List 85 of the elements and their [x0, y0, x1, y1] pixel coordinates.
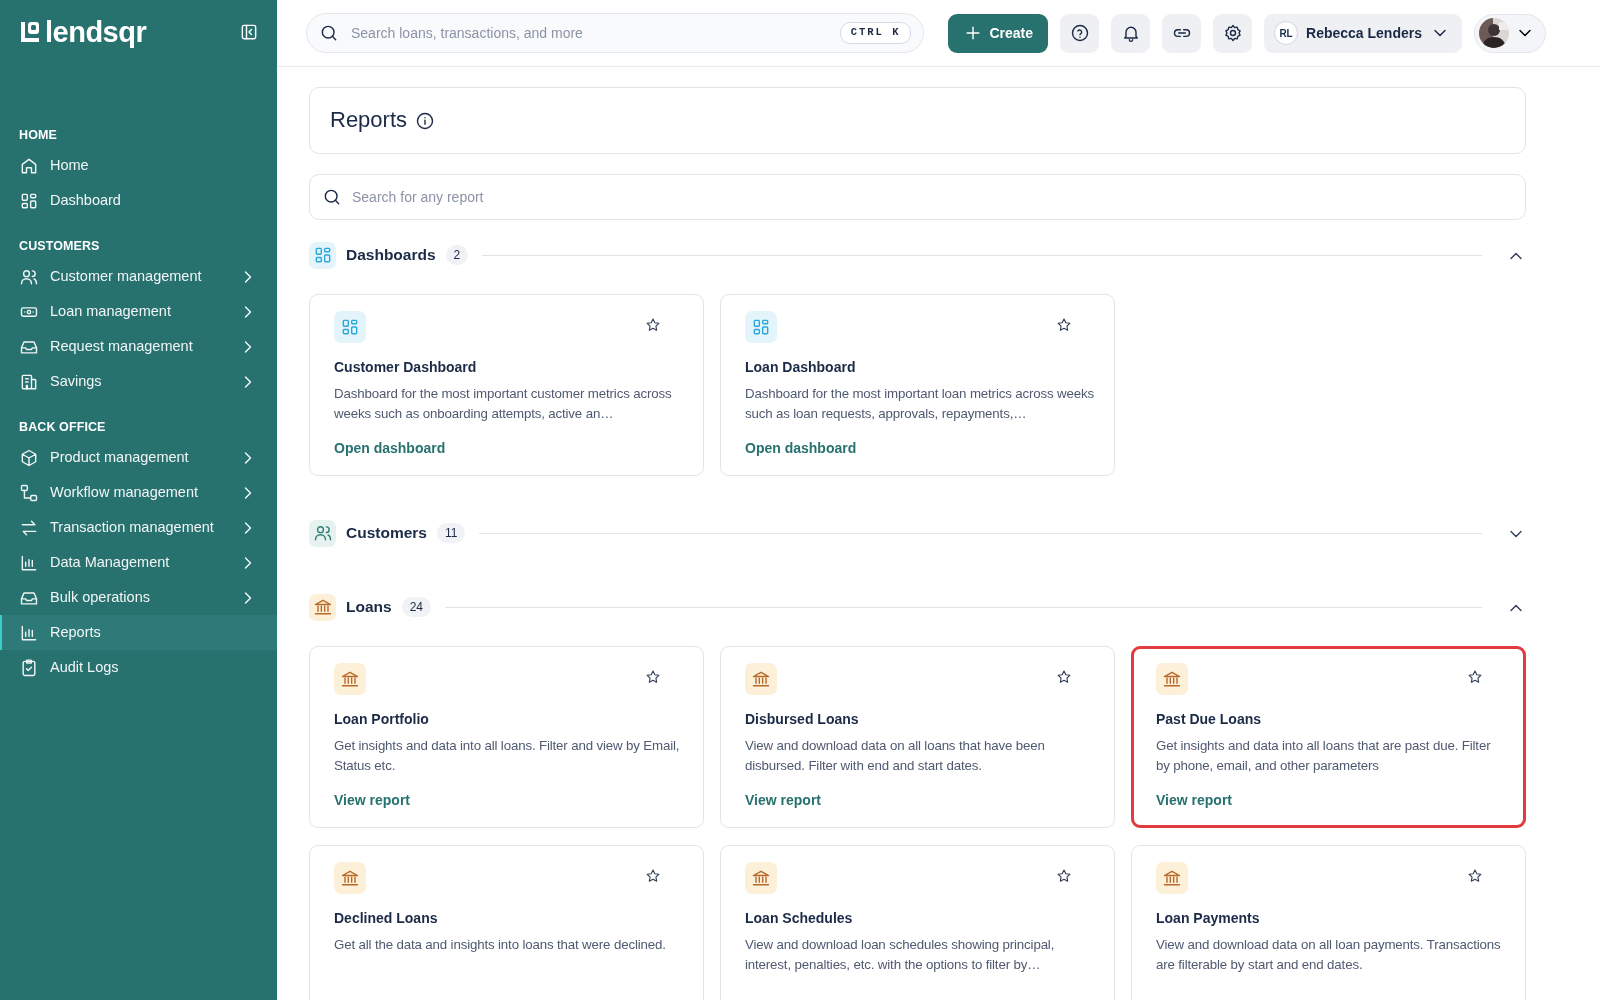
grid-icon: [340, 317, 360, 337]
nav-item[interactable]: Loan management: [0, 294, 277, 330]
nav-item[interactable]: Reports: [0, 615, 277, 651]
nav-item[interactable]: Data Management: [0, 545, 277, 581]
section-title: Customers: [346, 523, 427, 544]
bank-icon: [340, 669, 360, 689]
report-title: Customer Dashboard: [334, 358, 478, 377]
report-title: Disbursed Loans: [745, 710, 860, 729]
report-title: Loan Portfolio: [334, 710, 430, 729]
workflow-icon: [19, 482, 39, 503]
report-title: Past Due Loans: [1156, 710, 1263, 729]
count-badge: 11: [436, 523, 466, 543]
star-icon: [645, 868, 661, 884]
card-link[interactable]: Open dashboard: [745, 438, 857, 459]
nav-section-heading: HOME: [18, 127, 58, 144]
section-title: Loans: [346, 597, 392, 618]
report-description: View and download loan schedules showing principal, interest, penalties, etc. with the options to filter by…: [745, 936, 1056, 974]
logo-text: lendsqr: [45, 17, 147, 47]
nav-item[interactable]: Product management: [0, 440, 277, 476]
bank-icon: [340, 868, 360, 888]
report-description: View and download data on all loans that have been disbursed. Filter with end and start dates.: [745, 737, 1046, 775]
report-title: Loan Payments: [1156, 909, 1261, 928]
help-button[interactable]: [1060, 13, 1100, 53]
notifications-button[interactable]: [1111, 13, 1151, 53]
search-field[interactable]: Search loans, transactions, and more: [349, 21, 830, 45]
create-button[interactable]: Create: [948, 13, 1049, 53]
help-icon: [1069, 23, 1090, 43]
count-badge: 2: [445, 245, 469, 265]
report-description: Dashboard for the most important loan metrics across weeks such as loan requests, approvals, repayments,…: [745, 385, 1094, 423]
report-search-bar[interactable]: Search for any report: [309, 174, 1526, 220]
report-description: Get all the data and insights into loans that were declined.: [334, 936, 667, 954]
logo-icon: [19, 20, 41, 44]
profile-button[interactable]: [1474, 13, 1546, 53]
search-icon: [322, 187, 342, 207]
nav-item[interactable]: Home: [0, 148, 277, 184]
star-icon: [645, 669, 661, 685]
star-icon: [1056, 669, 1072, 685]
section-title: Dashboards: [346, 245, 436, 266]
card-link[interactable]: View report: [745, 790, 821, 811]
star-icon: [1056, 317, 1072, 333]
nav-item[interactable]: Workflow management: [0, 475, 277, 511]
clipboard-icon: [19, 657, 39, 678]
users-icon: [19, 267, 39, 287]
report-title: Loan Dashboard: [745, 358, 857, 377]
report-description: Dashboard for the most important customer metrics across weeks such as onboarding attempts, active an…: [334, 385, 673, 423]
nav-section-heading: CUSTOMERS: [18, 237, 101, 255]
bank-icon: [1162, 669, 1182, 689]
keyboard-shortcut: CTRL K: [839, 22, 912, 44]
bank-icon: [751, 669, 771, 689]
nav-item[interactable]: Savings: [0, 364, 277, 400]
count-badge: 24: [401, 597, 431, 617]
info-icon: [415, 110, 436, 131]
page-title: Reports: [330, 107, 408, 134]
link-button[interactable]: [1162, 13, 1202, 53]
box-icon: [19, 447, 39, 468]
report-title: Declined Loans: [334, 909, 439, 928]
report-description: Get insights and data into all loans that are past due. Filter by phone, email, and other parameters: [1156, 737, 1492, 775]
star-icon: [645, 317, 661, 333]
bank-icon: [751, 868, 771, 888]
avatar-initials: RL: [1274, 21, 1299, 45]
star-icon: [1056, 868, 1072, 884]
star-icon: [1467, 868, 1483, 884]
report-description: View and download data on all loan payments. Transactions are filterable by start and end dates.: [1156, 936, 1502, 974]
building-icon: [19, 372, 39, 392]
settings-button[interactable]: [1213, 13, 1253, 53]
bank-icon: [1162, 868, 1182, 888]
report-description: Get insights and data into all loans. Filter and view by Email, Status etc.: [334, 737, 681, 775]
search-bar[interactable]: Search loans, transactions, and more CTRL K: [306, 13, 925, 53]
report-title: Loan Schedules: [745, 909, 854, 928]
card-link[interactable]: Open dashboard: [334, 438, 446, 459]
collapse-sidebar-icon: [239, 22, 259, 42]
user-menu-button[interactable]: RL Rebecca Lenders: [1264, 13, 1462, 53]
nav-item[interactable]: Bulk operations: [0, 580, 277, 616]
nav-item[interactable]: Request management: [0, 329, 277, 365]
nav-item[interactable]: Transaction management: [0, 510, 277, 546]
search-icon: [319, 23, 339, 43]
nav-item[interactable]: Customer management: [0, 259, 277, 295]
card-link[interactable]: View report: [334, 790, 410, 811]
nav-item[interactable]: Audit Logs: [0, 650, 277, 686]
star-icon: [1467, 669, 1483, 685]
nav-item[interactable]: Dashboard: [0, 183, 277, 219]
settings-icon: [1222, 23, 1243, 43]
grid-icon: [751, 317, 771, 337]
card-link[interactable]: View report: [1156, 790, 1232, 811]
nav-section-heading: BACK OFFICE: [18, 418, 107, 436]
